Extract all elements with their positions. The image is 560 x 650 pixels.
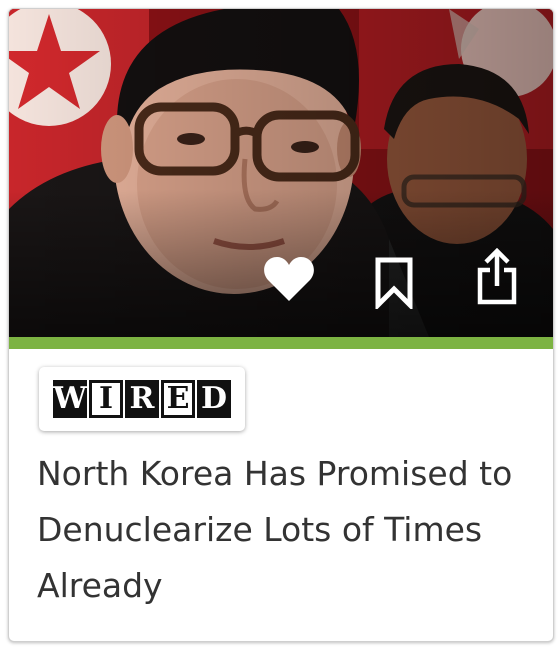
- share-icon: [477, 248, 517, 305]
- logo-letter: D: [197, 380, 231, 418]
- share-button[interactable]: [467, 247, 527, 307]
- logo-letter: R: [125, 380, 159, 418]
- accent-bar: [9, 337, 553, 349]
- logo-letter: I: [89, 380, 123, 418]
- article-card[interactable]: WIRED North Korea Has Promised to Denucl…: [8, 8, 554, 642]
- source-logo-letters: WIRED: [53, 380, 231, 418]
- article-headline[interactable]: North Korea Has Promised to Denuclearize…: [37, 446, 527, 614]
- logo-letter: W: [53, 380, 87, 418]
- article-image[interactable]: [9, 9, 553, 337]
- source-logo[interactable]: WIRED: [39, 367, 245, 431]
- bookmark-button[interactable]: [364, 253, 424, 313]
- like-button[interactable]: [259, 249, 319, 309]
- bookmark-icon: [375, 257, 413, 309]
- logo-letter: E: [161, 380, 195, 418]
- heart-icon: [264, 257, 314, 301]
